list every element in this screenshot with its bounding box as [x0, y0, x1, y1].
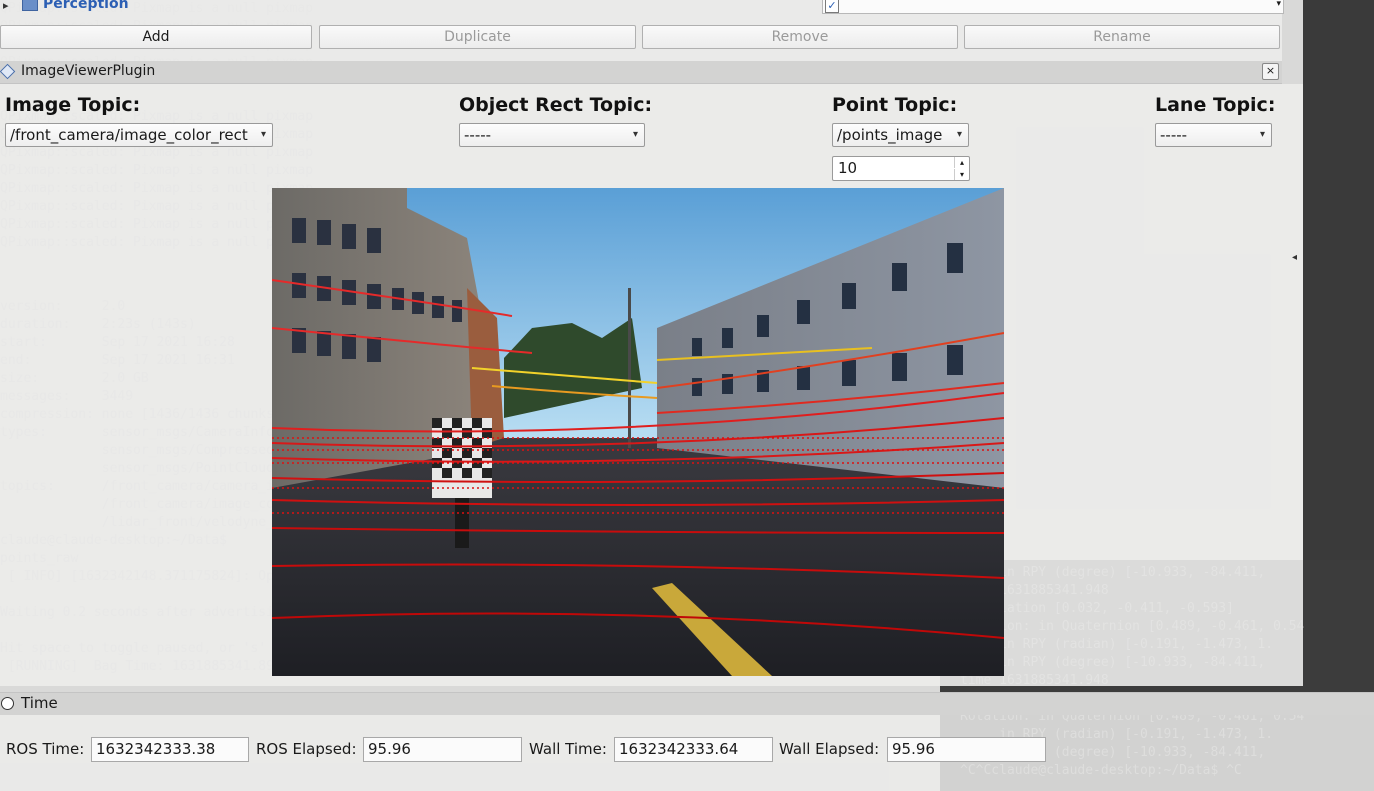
point-topic-value: /points_image: [837, 126, 943, 144]
chevron-down-icon: ▾: [632, 129, 638, 140]
wall-elapsed-label: Wall Elapsed:: [779, 740, 880, 758]
chevron-down-icon: ▾: [260, 129, 266, 140]
image-topic-value: /front_camera/image_color_rect: [10, 126, 248, 144]
chevron-down-icon[interactable]: ▾: [1276, 0, 1281, 9]
displays-panel: ▸ Perception ✓ ▾ Add Duplicate Remove Re…: [0, 0, 1284, 62]
object-rect-topic-select[interactable]: ----- ▾: [459, 123, 645, 147]
camera-image: [272, 188, 1004, 676]
spin-up-icon[interactable]: ▴: [954, 157, 969, 168]
tree-row-perception[interactable]: ▸ Perception: [0, 0, 820, 14]
wall-time-label: Wall Time:: [529, 740, 607, 758]
camera-image-view: [272, 188, 1004, 676]
enable-cell[interactable]: ✓ ▾: [822, 0, 1284, 14]
image-viewer-title-bar[interactable]: ImageViewerPlugin ×: [0, 61, 1282, 84]
object-rect-topic-value: -----: [464, 126, 492, 144]
tree-label: Perception: [43, 0, 129, 12]
ros-elapsed-field[interactable]: 95.96: [363, 737, 522, 762]
folder-icon: [22, 0, 38, 11]
duplicate-button[interactable]: Duplicate: [319, 25, 636, 49]
enable-checkbox[interactable]: ✓: [825, 0, 839, 13]
point-size-value: 10: [838, 159, 858, 177]
ros-time-field[interactable]: 1632342333.38: [91, 737, 249, 762]
expand-arrow-icon[interactable]: ▸: [3, 0, 9, 12]
lane-topic-value: -----: [1160, 126, 1188, 144]
time-panel-title-bar[interactable]: Time: [0, 692, 1374, 715]
wall-time-field[interactable]: 1632342333.64: [614, 737, 773, 762]
image-topic-select[interactable]: /front_camera/image_color_rect ▾: [5, 123, 273, 147]
lane-topic-label: Lane Topic:: [1155, 94, 1276, 116]
image-topic-label: Image Topic:: [5, 94, 141, 116]
point-topic-select[interactable]: /points_image ▾: [832, 123, 969, 147]
add-button[interactable]: Add: [0, 25, 312, 49]
lane-topic-select[interactable]: ----- ▾: [1155, 123, 1272, 147]
time-panel-title: Time: [21, 694, 58, 712]
chevron-down-icon: ▾: [956, 129, 962, 140]
rename-button[interactable]: Rename: [964, 25, 1280, 49]
time-panel-body: ROS Time: 1632342333.38 ROS Elapsed: 95.…: [0, 715, 1374, 791]
clock-icon: [1, 697, 14, 710]
close-icon[interactable]: ×: [1262, 63, 1279, 80]
point-size-spinbox[interactable]: 10 ▴ ▾: [832, 156, 970, 181]
splitter-collapse-icon[interactable]: ◂: [1292, 252, 1297, 263]
spin-down-icon[interactable]: ▾: [954, 169, 969, 180]
plugin-title: ImageViewerPlugin: [21, 63, 156, 79]
plugin-icon: [0, 63, 16, 80]
chevron-down-icon: ▾: [1259, 129, 1265, 140]
ros-elapsed-label: ROS Elapsed:: [256, 740, 357, 758]
ros-time-label: ROS Time:: [6, 740, 85, 758]
remove-button[interactable]: Remove: [642, 25, 958, 49]
point-topic-label: Point Topic:: [832, 94, 958, 116]
wall-elapsed-field[interactable]: 95.96: [887, 737, 1046, 762]
object-rect-topic-label: Object Rect Topic:: [459, 94, 653, 116]
